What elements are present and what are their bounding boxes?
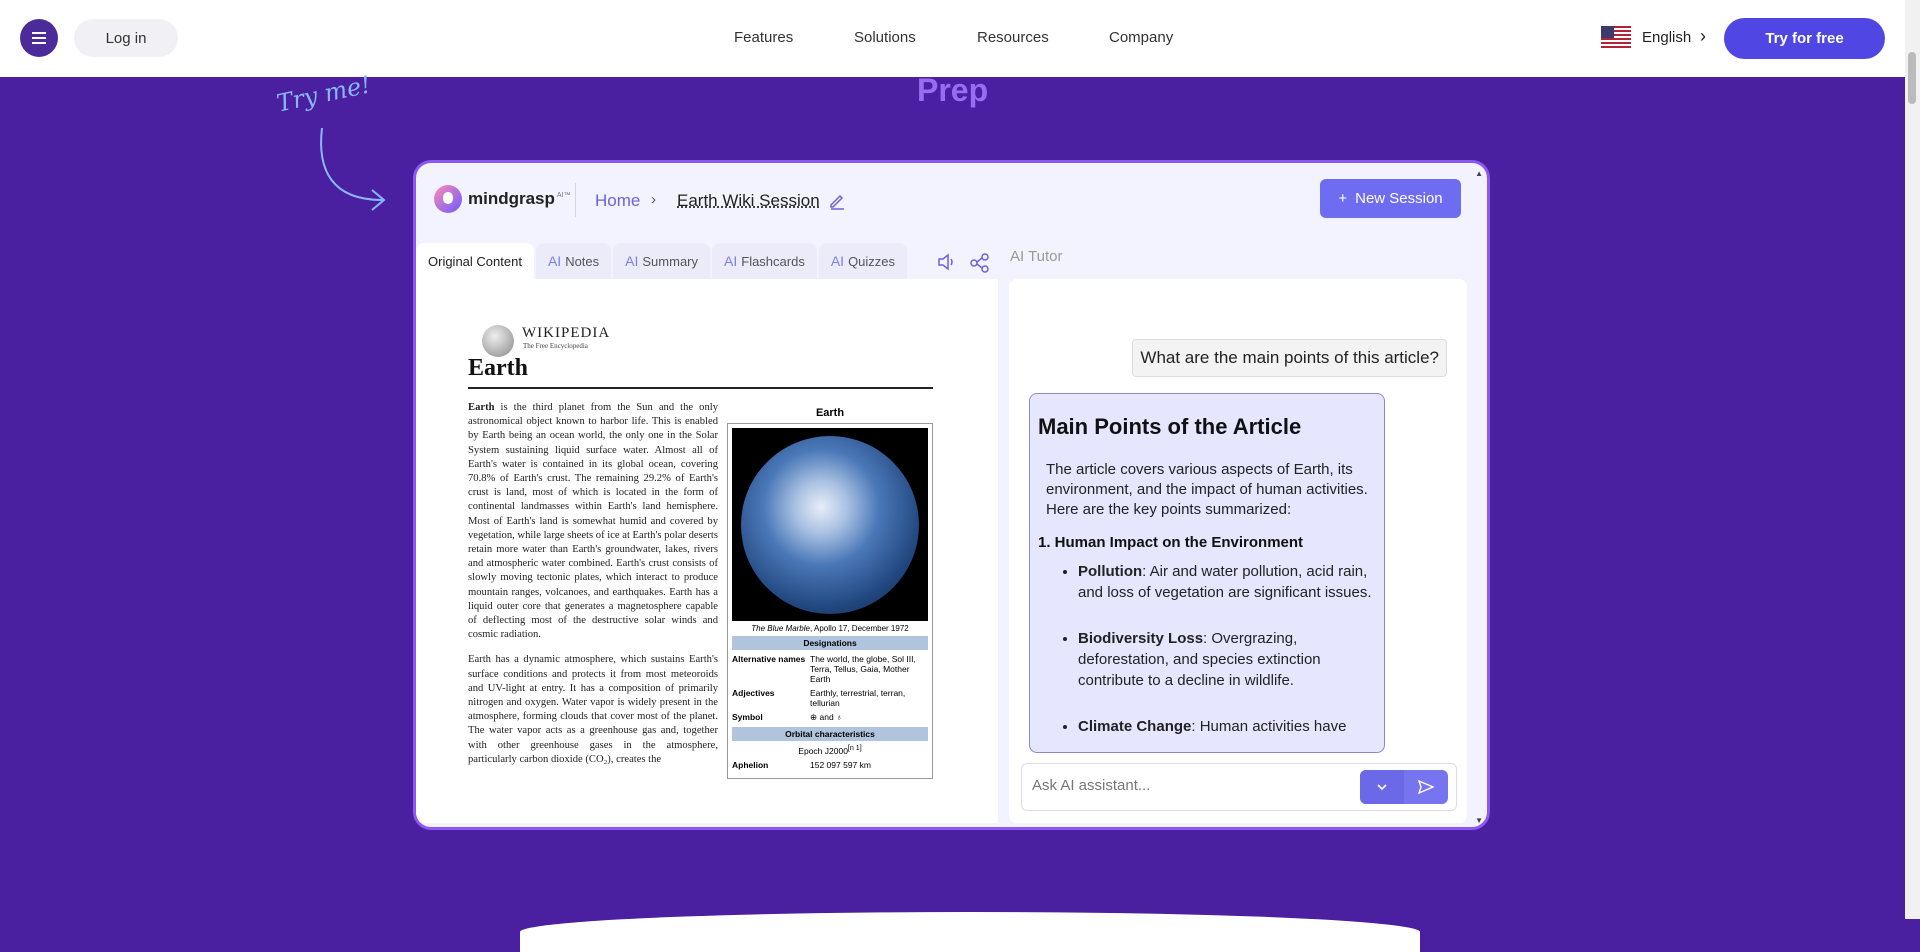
- infobox-section: Designations: [732, 636, 928, 650]
- chevron-down-icon[interactable]: [1360, 770, 1404, 804]
- content-tabs: Original Content AI Notes AI Summary AI Fla…: [416, 243, 909, 279]
- article-title: Earth: [468, 355, 528, 381]
- list-item: Climate Change: Human activities have: [1078, 716, 1376, 737]
- response-section-heading: 1. Human Impact on the Environment: [1038, 534, 1304, 551]
- scroll-down-icon[interactable]: ▼: [1475, 816, 1483, 825]
- scroll-up-icon[interactable]: ▲: [1475, 169, 1483, 178]
- wikipedia-wordmark: WIKIPEDIA: [522, 325, 611, 341]
- infobox: Earth The Blue Marble, Apollo 17, Decemb…: [727, 407, 933, 779]
- try-me-hint: Try me!: [274, 70, 374, 118]
- curved-arrow-icon: [320, 127, 386, 211]
- ai-tutor-label: AI Tutor: [1010, 248, 1063, 265]
- nav-solutions[interactable]: Solutions: [854, 29, 916, 46]
- top-navbar: Log in Features Solutions Resources Comp…: [0, 0, 1905, 77]
- mindgrasp-logo[interactable]: mindgrasp AI™: [434, 185, 571, 213]
- document-viewer[interactable]: WIKIPEDIA The Free Encyclopedia Earth Ea…: [416, 279, 998, 823]
- paragraph: Earth is the third planet from the Sun a…: [468, 402, 718, 641]
- hamburger-icon: [32, 32, 46, 44]
- list-item: Biodiversity Loss: Overgrazing, deforest…: [1078, 628, 1376, 691]
- response-points: Pollution: Air and water pollution, acid…: [1038, 561, 1376, 737]
- chat-input-bar: [1021, 763, 1457, 811]
- tab-ai-quizzes[interactable]: AI Quizzes: [818, 243, 908, 279]
- section-divider: [520, 912, 1420, 952]
- ai-response[interactable]: Main Points of the Article The article c…: [1029, 393, 1385, 753]
- response-title: Main Points of the Article: [1038, 414, 1302, 439]
- ask-ai-input[interactable]: [1030, 776, 1354, 795]
- infobox-row: Aphelion 152 097 597 km: [732, 759, 871, 770]
- menu-button[interactable]: [20, 19, 58, 57]
- hero-heading: Prep: [917, 72, 989, 108]
- tab-ai-summary[interactable]: AI Summary: [613, 243, 711, 279]
- try-for-free-button[interactable]: Try for free: [1724, 18, 1885, 59]
- image-caption: The Blue Marble, Apollo 17, December 197…: [751, 624, 909, 633]
- plus-icon: +: [1338, 190, 1348, 207]
- breadcrumb-home[interactable]: Home: [595, 191, 640, 211]
- chevron-right-icon[interactable]: ›: [1700, 26, 1706, 47]
- infobox-section: Orbital characteristics: [732, 727, 928, 741]
- chevron-right-icon: ›: [651, 191, 656, 208]
- ai-chat-panel: What are the main points of this article…: [1009, 279, 1467, 823]
- session-title[interactable]: Earth Wiki Session: [677, 191, 820, 211]
- nav-company[interactable]: Company: [1109, 29, 1173, 46]
- response-intro: The article covers various aspects of Ea…: [1046, 461, 1368, 518]
- speaker-icon[interactable]: [936, 252, 956, 272]
- new-session-button[interactable]: + New Session: [1320, 179, 1461, 218]
- pencil-icon[interactable]: [828, 192, 846, 210]
- user-message: What are the main points of this article…: [1132, 339, 1447, 377]
- nav-resources[interactable]: Resources: [977, 29, 1049, 46]
- app-window: mindgrasp AI™ Home › Earth Wiki Session …: [413, 160, 1490, 830]
- infobox-row: Symbol ⊕ and ♁: [732, 712, 843, 722]
- send-icon[interactable]: [1404, 770, 1448, 804]
- share-icon[interactable]: [969, 252, 991, 274]
- chat-actions: [1360, 770, 1448, 804]
- infobox-row: Adjectives Earthly, terrestrial, terran, …: [732, 688, 906, 708]
- wikipedia-globe-icon: [482, 325, 514, 357]
- list-item: Pollution: Air and water pollution, acid…: [1078, 561, 1376, 603]
- brain-icon: [434, 185, 462, 213]
- infobox-epoch: Epoch J2000[n 1]: [798, 744, 862, 756]
- earth-image: [732, 428, 928, 621]
- paragraph: Earth has a dynamic atmosphere, which su…: [468, 654, 718, 765]
- article-body: Earth is the third planet from the Sun a…: [468, 401, 718, 778]
- page-scrollbar[interactable]: [1905, 0, 1920, 919]
- tab-ai-notes[interactable]: AI Notes: [535, 243, 612, 279]
- nav-features[interactable]: Features: [734, 29, 793, 46]
- scrollbar-thumb[interactable]: [1908, 52, 1916, 104]
- divider: [575, 183, 576, 217]
- wikipedia-tagline: The Free Encyclopedia: [523, 342, 588, 350]
- title-rule: [468, 387, 933, 389]
- infobox-row: Alternative names The world, the globe, S…: [732, 654, 916, 684]
- language-selector[interactable]: English: [1642, 29, 1691, 46]
- login-button[interactable]: Log in: [74, 19, 178, 57]
- tab-ai-flashcards[interactable]: AI Flashcards: [712, 243, 817, 279]
- us-flag-icon[interactable]: [1601, 26, 1631, 48]
- tab-original-content[interactable]: Original Content: [416, 243, 534, 279]
